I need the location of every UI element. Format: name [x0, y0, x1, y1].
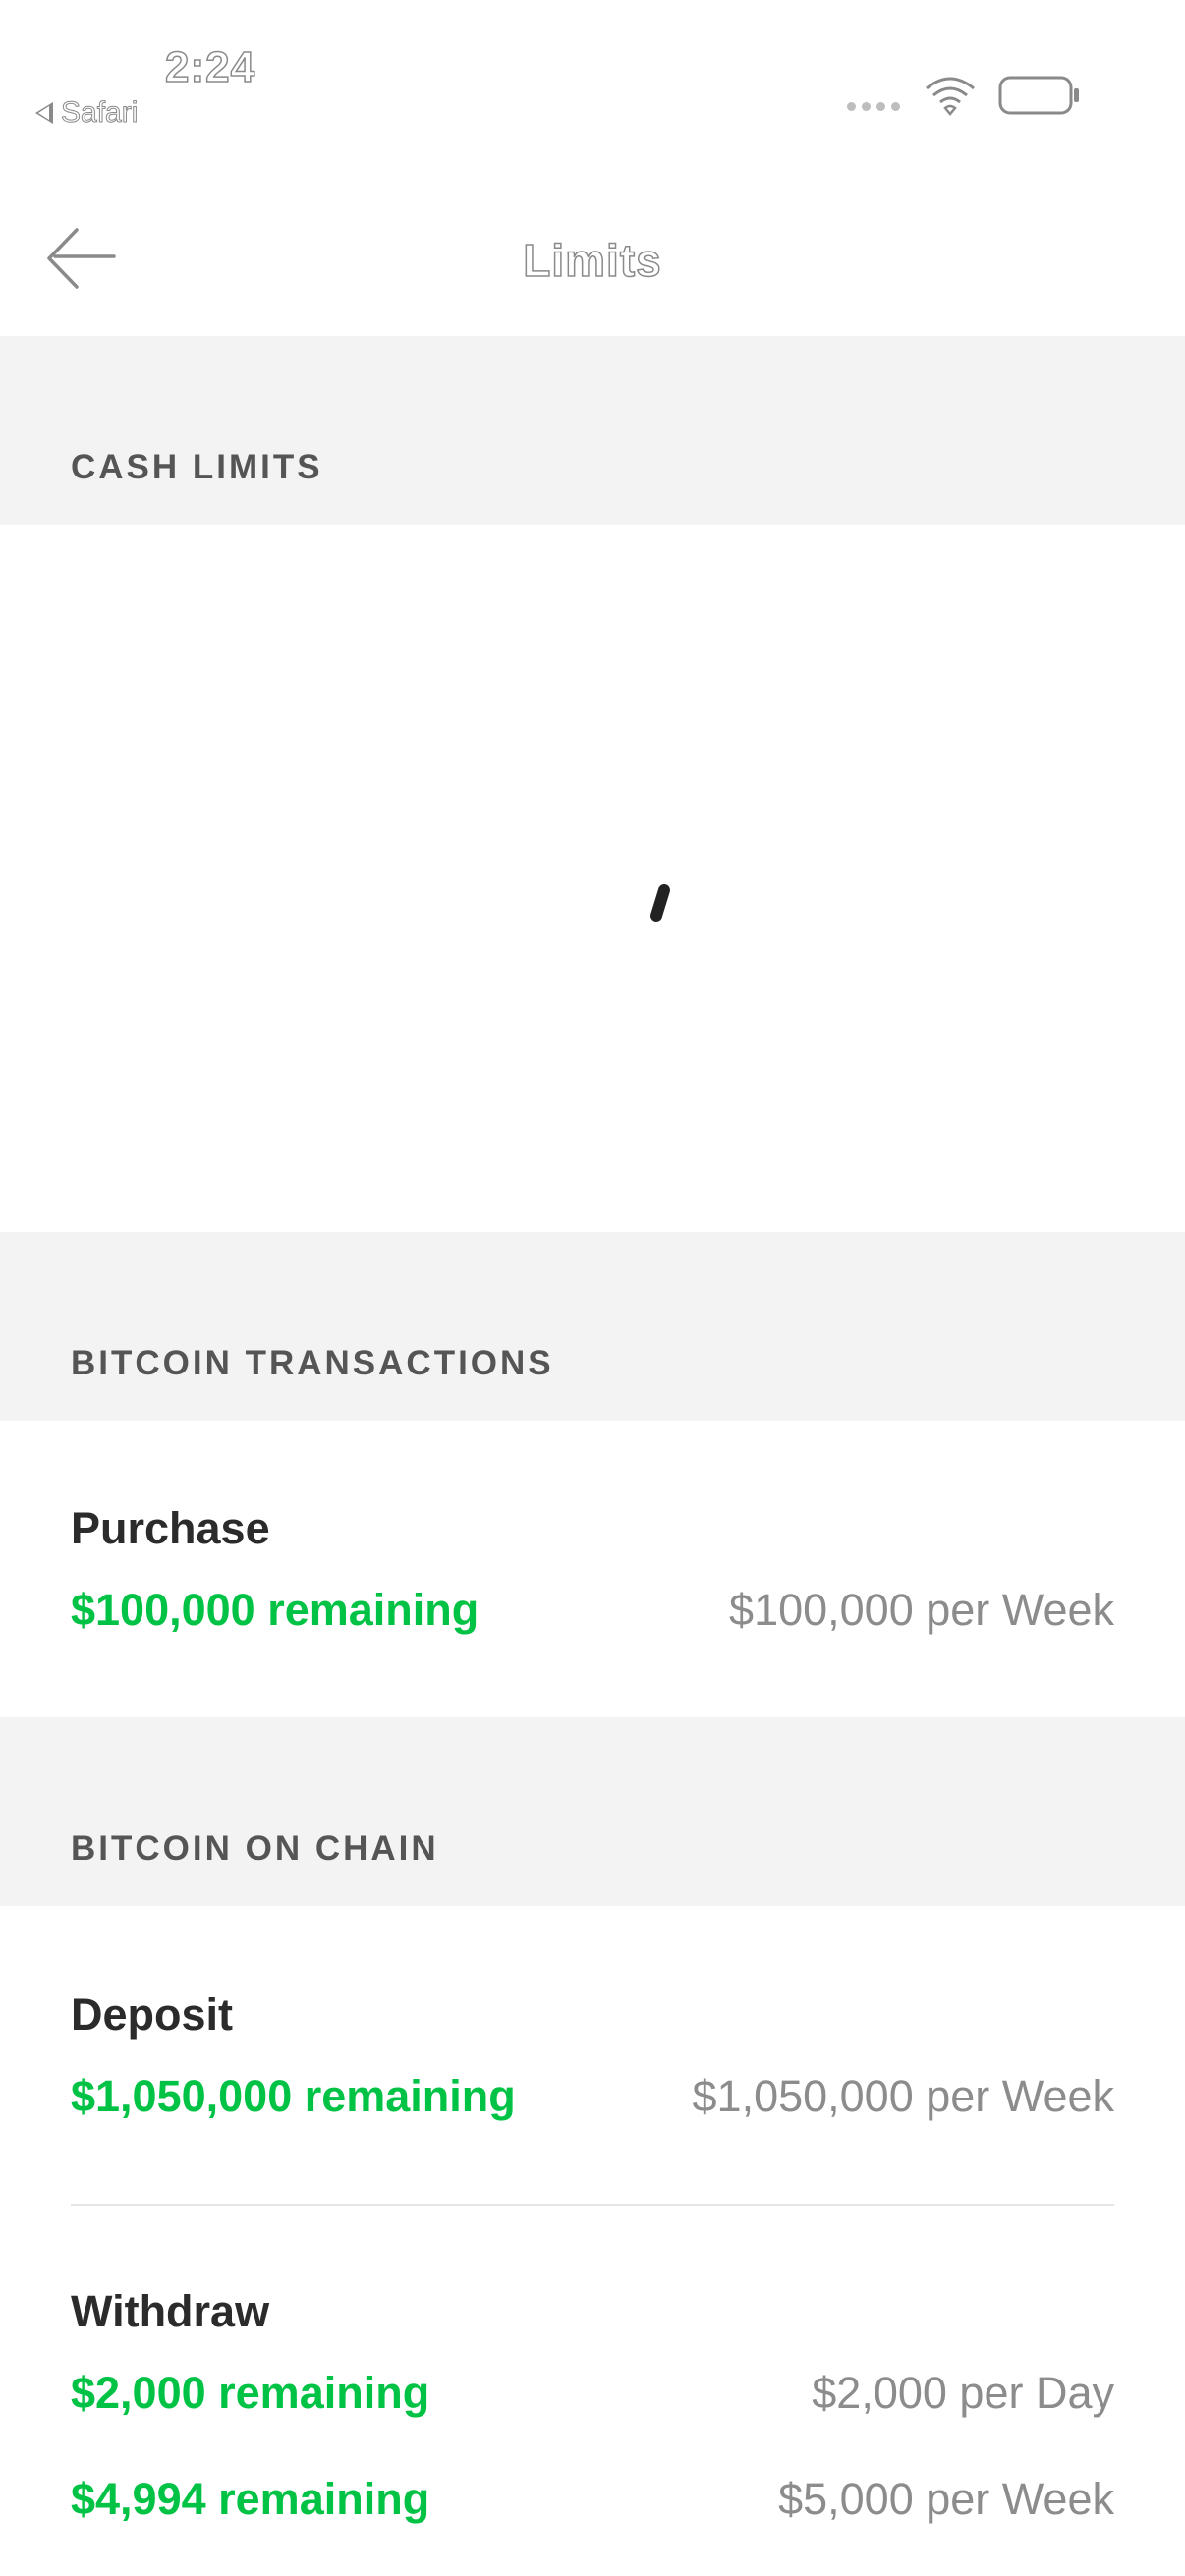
limit-amount: $1,050,000 per Week: [692, 2071, 1114, 2121]
page-title: Limits: [523, 234, 662, 287]
back-to-safari-link[interactable]: Safari: [35, 96, 139, 130]
signal-icon: [847, 102, 900, 111]
back-triangle-icon: [35, 102, 53, 124]
section-header-bitcoin-transactions: BITCOIN TRANSACTIONS: [0, 1232, 1185, 1421]
section-label: BITCOIN ON CHAIN: [71, 1829, 439, 1868]
row-divider: [71, 2204, 1114, 2206]
limit-line: $1,050,000 remaining $1,050,000 per Week: [71, 2071, 1114, 2130]
row-title: Purchase: [71, 1503, 270, 1553]
wifi-icon: [926, 77, 975, 116]
limit-amount: $5,000 per Week: [778, 2474, 1114, 2524]
limit-row-withdraw: Withdraw $2,000 remaining $2,000 per Day…: [71, 2286, 1114, 2542]
status-time: 2:24: [164, 42, 256, 92]
limit-line: $100,000 remaining $100,000 per Week: [71, 1585, 1114, 1644]
cash-limits-content: [0, 525, 1185, 1232]
remaining-amount: $2,000 remaining: [71, 2368, 430, 2418]
nav-bar: Limits: [0, 167, 1185, 336]
back-app-label: Safari: [60, 96, 139, 130]
limit-line-weekly: $4,994 remaining $5,000 per Week: [71, 2474, 1114, 2533]
limit-row-deposit: Deposit $1,050,000 remaining $1,050,000 …: [71, 1989, 1114, 2127]
section-header-cash-limits: CASH LIMITS: [0, 336, 1185, 525]
loading-spinner-icon: [650, 884, 670, 922]
row-title: Withdraw: [71, 2286, 270, 2336]
limit-amount: $100,000 per Week: [729, 1585, 1114, 1635]
row-title: Deposit: [71, 1989, 234, 2040]
battery-icon: [998, 76, 1079, 115]
remaining-amount: $4,994 remaining: [71, 2474, 430, 2524]
limit-amount: $2,000 per Day: [812, 2368, 1114, 2418]
section-label: CASH LIMITS: [71, 448, 323, 486]
status-bar: 2:24 Safari: [0, 0, 1185, 167]
remaining-amount: $1,050,000 remaining: [71, 2071, 516, 2121]
section-header-bitcoin-on-chain: BITCOIN ON CHAIN: [0, 1717, 1185, 1906]
limit-line-daily: $2,000 remaining $2,000 per Day: [71, 2368, 1114, 2427]
section-label: BITCOIN TRANSACTIONS: [71, 1344, 554, 1382]
limit-row-purchase: Purchase $100,000 remaining $100,000 per…: [71, 1503, 1114, 1641]
remaining-amount: $100,000 remaining: [71, 1585, 480, 1635]
